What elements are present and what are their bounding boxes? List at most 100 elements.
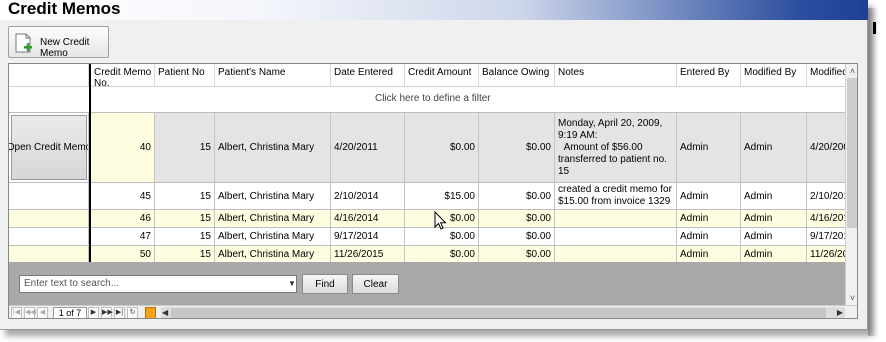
search-input[interactable]: Enter text to search... [19, 275, 297, 293]
row-header-column [9, 64, 89, 87]
table-row[interactable]: 45 15 Albert, Christina Mary 2/10/2014 $… [9, 182, 845, 209]
cell-date-entered: 4/20/2011 [331, 113, 405, 182]
cell-date-entered: 11/26/2015 [331, 246, 405, 262]
table-row[interactable]: 46 15 Albert, Christina Mary 4/16/2014 $… [9, 209, 845, 227]
cell-notes: Monday, April 20, 2009, 9:19 AM: Amount … [555, 113, 677, 182]
find-button[interactable]: Find [302, 274, 348, 294]
cell-credit-amount: $15.00 [405, 183, 479, 209]
column-header-memo-no[interactable]: Credit Memo No. [89, 64, 155, 87]
filter-hint: Click here to define a filter [375, 93, 491, 104]
table-row[interactable]: Open Credit Memo 40 15 Albert, Christina… [9, 112, 845, 182]
row-header [9, 228, 89, 245]
cell-date-entered: 4/16/2014 [331, 210, 405, 227]
horizontal-scrollbar[interactable]: ◀ ▶ [161, 307, 845, 318]
row-header [9, 246, 89, 262]
cell-balance-owing: $0.00 [479, 246, 555, 262]
scroll-down-icon[interactable]: ˅ [846, 292, 857, 304]
scroll-up-icon[interactable]: ˄ [846, 65, 857, 77]
credit-memo-grid: Credit Memo No. Patient No Patient's Nam… [8, 63, 858, 319]
table-row[interactable]: 50 15 Albert, Christina Mary 11/26/2015 … [9, 245, 845, 262]
column-header-patient-name[interactable]: Patient's Name [215, 64, 331, 87]
cell-entered-by: Admin [677, 210, 741, 227]
prev-page-group-icon[interactable]: ◀◀ [24, 307, 36, 318]
column-header-credit-amount[interactable]: Credit Amount [405, 64, 479, 87]
cell-modified-date: 9/17/2014 [810, 231, 845, 242]
filter-icon[interactable] [145, 307, 156, 318]
cell-entered-by: Admin [677, 113, 741, 182]
last-page-icon[interactable]: ▶| [114, 307, 125, 318]
row-header [9, 210, 89, 227]
prev-page-icon[interactable]: ◀ [37, 307, 48, 318]
column-header-date-entered[interactable]: Date Entered [331, 64, 405, 87]
background-fragment [873, 22, 876, 34]
cell-balance-owing: $0.00 [479, 210, 555, 227]
row-header-divider [89, 64, 91, 262]
clear-button[interactable]: Clear [352, 274, 399, 294]
cell-patient-name: Albert, Christina Mary [215, 210, 331, 227]
new-credit-memo-button[interactable]: New Credit Memo [8, 26, 109, 59]
cell-credit-amount: $0.00 [405, 113, 479, 182]
scroll-thumb[interactable] [847, 78, 857, 228]
cell-modified-by: Admin [741, 228, 807, 245]
hscroll-thumb[interactable] [171, 308, 826, 318]
cell-memo-no: 45 [89, 183, 155, 209]
document-add-icon [15, 33, 32, 53]
cell-memo-no: 46 [89, 210, 155, 227]
row-header: Open Credit Memo [9, 113, 89, 182]
cell-memo-no: 47 [89, 228, 155, 245]
refresh-icon[interactable]: ↻ [127, 307, 138, 318]
cell-patient-no: 15 [155, 113, 215, 182]
cell-notes [555, 246, 677, 262]
cell-modified-by: Admin [741, 246, 807, 262]
cell-entered-by: Admin [677, 228, 741, 245]
table-row[interactable]: 47 15 Albert, Christina Mary 9/17/2014 $… [9, 227, 845, 245]
column-header-modified-by[interactable]: Modified By [741, 64, 807, 87]
cell-credit-amount: $0.00 [405, 246, 479, 262]
window-shadow [868, 8, 878, 336]
cell-modified-date: 4/16/2014 [810, 213, 845, 224]
cell-balance-owing: $0.00 [479, 228, 555, 245]
cell-modified-date: 4/20/2009 [810, 142, 845, 153]
cell-patient-name: Albert, Christina Mary [215, 246, 331, 262]
column-header-modified-date[interactable]: Modified D [807, 64, 845, 87]
credit-memos-window: Credit Memos New Credit Memo Credit Memo… [0, 0, 868, 330]
column-header-notes[interactable]: Notes [555, 64, 677, 87]
cell-memo-no: 40 [89, 113, 155, 182]
cell-notes [555, 228, 677, 245]
cell-patient-no: 15 [155, 228, 215, 245]
new-credit-memo-label: New Credit Memo [40, 37, 90, 59]
vertical-scrollbar[interactable]: ˄ ˅ [845, 64, 857, 305]
window-title: Credit Memos [8, 0, 121, 18]
cell-patient-name: Albert, Christina Mary [215, 113, 331, 182]
cell-balance-owing: $0.00 [479, 113, 555, 182]
next-page-group-icon[interactable]: ▶▶ [101, 307, 113, 318]
column-header-patient-no[interactable]: Patient No [155, 64, 215, 87]
next-page-icon[interactable]: ▶ [88, 307, 99, 318]
cell-modified-by: Admin [741, 210, 807, 227]
cell-balance-owing: $0.00 [479, 183, 555, 209]
cell-modified-by: Admin [741, 183, 807, 209]
cell-modified-by: Admin [741, 113, 807, 182]
column-header-entered-by[interactable]: Entered By [677, 64, 741, 87]
cell-patient-name: Albert, Christina Mary [215, 183, 331, 209]
cell-patient-no: 15 [155, 246, 215, 262]
cell-entered-by: Admin [677, 246, 741, 262]
cell-entered-by: Admin [677, 183, 741, 209]
page-indicator: 1 of 7 [53, 307, 87, 318]
scroll-left-icon[interactable]: ◀ [162, 307, 168, 318]
cell-notes [555, 210, 677, 227]
search-panel: Enter text to search... ▼ Find Clear [9, 262, 845, 305]
mouse-cursor-icon [434, 211, 447, 230]
cell-modified-date: 11/26/2015 [810, 248, 845, 260]
title-bar: Credit Memos [0, 0, 868, 20]
scroll-right-icon[interactable]: ▶ [837, 307, 843, 318]
column-header-balance-owing[interactable]: Balance Owing [479, 64, 555, 87]
navigator-bar: |◀ ◀◀ ◀ 1 of 7 ▶ ▶▶ ▶| ↻ ◀ ▶ [9, 305, 857, 318]
cell-date-entered: 9/17/2014 [331, 228, 405, 245]
first-page-icon[interactable]: |◀ [11, 307, 22, 318]
cell-patient-no: 15 [155, 210, 215, 227]
open-credit-memo-button[interactable]: Open Credit Memo [9, 115, 88, 180]
cell-patient-name: Albert, Christina Mary [215, 228, 331, 245]
filter-row[interactable]: Click here to define a filter [9, 87, 845, 112]
cell-patient-no: 15 [155, 183, 215, 209]
